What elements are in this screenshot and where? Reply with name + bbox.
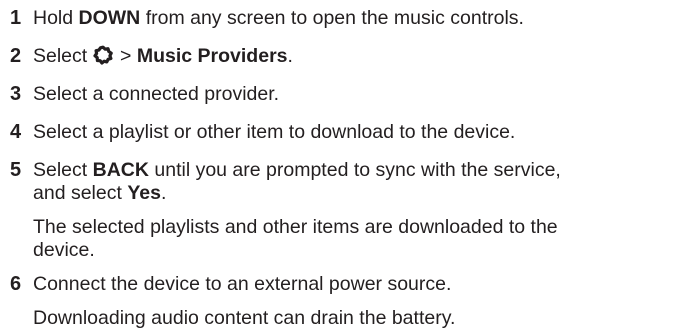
keyword-down: DOWN [78, 7, 141, 29]
step-number: 4 [10, 121, 22, 143]
step-note: Downloading audio content can drain the … [33, 307, 456, 329]
step-text: Connect the device to an external power … [33, 273, 452, 295]
step-text: Select a playlist or other item to downl… [33, 121, 516, 143]
step-text: Select > Music Providers. [33, 45, 293, 67]
step-text-continued: and select Yes. [33, 182, 167, 204]
step-note-continued: device. [33, 239, 95, 261]
step-number: 1 [10, 7, 22, 29]
gear-icon [93, 45, 113, 65]
step-number: 3 [10, 83, 22, 105]
keyword-yes: Yes [127, 182, 161, 204]
step-text: Select BACK until you are prompted to sy… [33, 159, 561, 181]
instruction-steps: 1 Hold DOWN from any screen to open the … [0, 0, 689, 330]
step-text: Hold DOWN from any screen to open the mu… [33, 7, 524, 29]
step-number: 6 [10, 273, 22, 295]
keyword-back: BACK [92, 159, 149, 181]
step-note: The selected playlists and other items a… [33, 216, 558, 238]
step-number: 2 [10, 45, 22, 67]
keyword-music-providers: Music Providers [136, 45, 288, 67]
step-text: Select a connected provider. [33, 83, 280, 105]
step-number: 5 [10, 159, 22, 181]
